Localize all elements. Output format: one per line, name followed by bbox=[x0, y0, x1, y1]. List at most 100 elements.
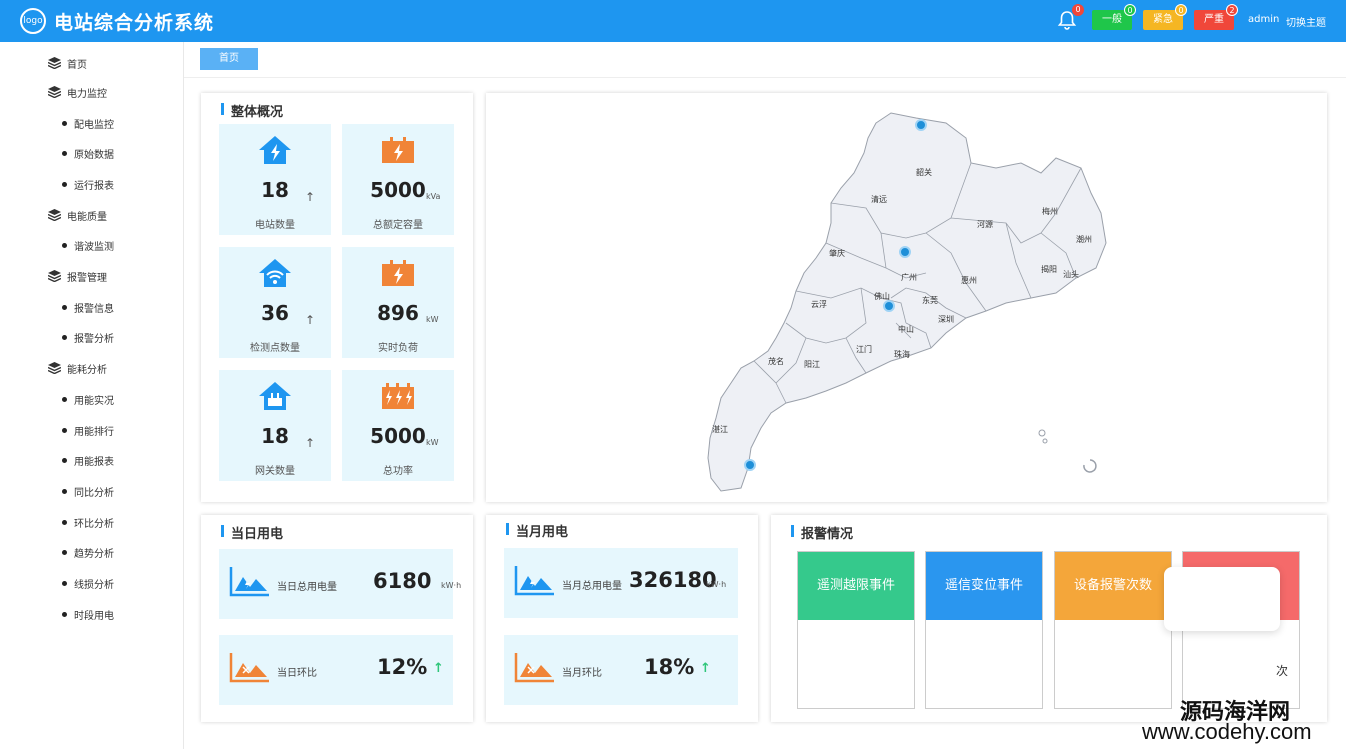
map-station-marker[interactable] bbox=[744, 459, 756, 471]
up-arrow-icon: ↑ bbox=[305, 190, 316, 204]
stat-unit: kW·h bbox=[706, 580, 727, 589]
monthly-title: 当月用电 bbox=[506, 521, 568, 540]
alarm-card-telesignal[interactable]: 遥信变位事件 bbox=[925, 551, 1043, 709]
overview-panel: 整体概况 18 ↑ 电站数量 5000 kVa 总额定容量 36 ↑ 检测点数量… bbox=[201, 93, 473, 502]
sidebar-item-usage-rank[interactable]: 用能排行 bbox=[62, 422, 114, 438]
tile-station-count: 18 ↑ 电站数量 bbox=[219, 124, 331, 235]
sidebar-item-label: 报警信息 bbox=[74, 303, 114, 315]
user-name[interactable]: admin bbox=[1248, 14, 1279, 25]
bullet-icon bbox=[62, 457, 67, 463]
alert-urgent-button[interactable]: 紧急 0 bbox=[1143, 4, 1187, 30]
bullet-icon bbox=[62, 580, 67, 586]
alert-urgent-label: 紧急 bbox=[1153, 14, 1173, 25]
map-city-label: 云浮 bbox=[811, 300, 827, 309]
sidebar-item-raw-data[interactable]: 原始数据 bbox=[62, 145, 114, 161]
sidebar-item-label: 电力监控 bbox=[67, 88, 107, 100]
sidebar-item-label: 报警分析 bbox=[74, 333, 114, 345]
tile-label: 总额定容量 bbox=[373, 220, 423, 231]
sidebar-item-alarm-mgmt[interactable]: 报警管理 bbox=[47, 268, 107, 284]
map-city-label: 中山 bbox=[898, 325, 914, 334]
tile-gateway-count: 18 ↑ 网关数量 bbox=[219, 370, 331, 481]
layers-icon bbox=[47, 57, 62, 70]
up-arrow-icon: ↑ bbox=[305, 436, 316, 450]
map-station-marker[interactable] bbox=[899, 246, 911, 258]
daily-ratio-card: 当日环比 12% ↑ bbox=[219, 635, 453, 705]
mountain-chart-icon bbox=[514, 653, 554, 683]
theme-switch-link[interactable]: 切换主题 bbox=[1286, 14, 1326, 29]
sidebar-item-label: 时段用电 bbox=[74, 610, 114, 622]
bullet-icon bbox=[62, 427, 67, 433]
alert-severe-button[interactable]: 严重 2 bbox=[1194, 4, 1238, 30]
sidebar-item-label: 用能排行 bbox=[74, 426, 114, 438]
sidebar-item-yoy[interactable]: 同比分析 bbox=[62, 483, 114, 499]
sidebar-item-label: 谐波监测 bbox=[74, 241, 114, 253]
tile-label: 总功率 bbox=[383, 466, 413, 477]
monthly-total-card: 当月总用电量 326180 kW·h bbox=[504, 548, 738, 618]
mountain-chart-icon bbox=[229, 567, 269, 597]
sidebar-item-usage-report[interactable]: 用能报表 bbox=[62, 452, 114, 468]
tab-home[interactable]: 首页 bbox=[200, 48, 258, 70]
map-city-label: 茂名 bbox=[768, 357, 784, 366]
bullet-icon bbox=[62, 120, 67, 126]
sidebar-item-harmonic[interactable]: 谐波监测 bbox=[62, 237, 114, 253]
bullet-icon bbox=[62, 150, 67, 156]
bell-icon[interactable]: 0 bbox=[1056, 4, 1084, 31]
sidebar-item-power-quality[interactable]: 电能质量 bbox=[47, 207, 107, 223]
sidebar-item-home[interactable]: 首页 bbox=[47, 55, 87, 71]
map-city-label: 河源 bbox=[977, 220, 993, 229]
sidebar-item-alarm-analysis[interactable]: 报警分析 bbox=[62, 329, 114, 345]
app-title: 电站综合分析系统 bbox=[54, 12, 215, 34]
stat-label: 当日环比 bbox=[277, 668, 317, 679]
alert-normal-label: 一般 bbox=[1102, 14, 1122, 25]
tile-total-power: 5000 kW 总功率 bbox=[342, 370, 454, 481]
sidebar-item-label: 能耗分析 bbox=[67, 364, 107, 376]
bullet-icon bbox=[62, 488, 67, 494]
map-city-label: 广州 bbox=[901, 273, 917, 282]
stat-value: 18% bbox=[644, 655, 695, 679]
stat-value: 6180 bbox=[373, 569, 432, 593]
sidebar-item-label: 同比分析 bbox=[74, 487, 114, 499]
bell-badge: 0 bbox=[1072, 4, 1084, 16]
bullet-icon bbox=[62, 304, 67, 310]
up-arrow-icon: ↑ bbox=[433, 661, 444, 676]
stat-label: 当日总用电量 bbox=[277, 582, 337, 593]
sidebar-item-trend[interactable]: 趋势分析 bbox=[62, 544, 114, 560]
guangdong-map[interactable] bbox=[486, 93, 1327, 502]
sidebar-item-mom[interactable]: 环比分析 bbox=[62, 514, 114, 530]
sidebar-item-label: 原始数据 bbox=[74, 149, 114, 161]
map-city-label: 珠海 bbox=[894, 350, 910, 359]
tile-label: 电站数量 bbox=[255, 220, 295, 231]
sidebar-item-label: 配电监控 bbox=[74, 119, 114, 131]
bullet-icon bbox=[62, 242, 67, 248]
sidebar-item-run-report[interactable]: 运行报表 bbox=[62, 176, 114, 192]
sidebar-item-power-monitor[interactable]: 电力监控 bbox=[47, 84, 107, 100]
sidebar-item-label: 环比分析 bbox=[74, 518, 114, 530]
alert-normal-badge: 0 bbox=[1124, 4, 1136, 16]
alert-normal-button[interactable]: 一般 0 bbox=[1092, 4, 1136, 30]
layers-icon bbox=[47, 270, 62, 283]
alarm-card-telemetry[interactable]: 遥测越限事件 bbox=[797, 551, 915, 709]
tile-unit: kW bbox=[426, 315, 439, 324]
alert-urgent-badge: 0 bbox=[1175, 4, 1187, 16]
tile-realtime-load: 896 kW 实时负荷 bbox=[342, 247, 454, 358]
sidebar-item-usage-live[interactable]: 用能实况 bbox=[62, 391, 114, 407]
sidebar-item-energy-analysis[interactable]: 能耗分析 bbox=[47, 360, 107, 376]
monthly-ratio-card: 当月环比 18% ↑ bbox=[504, 635, 738, 705]
bullet-icon bbox=[62, 334, 67, 340]
map-city-label: 江门 bbox=[856, 345, 872, 354]
sidebar: 首页 电力监控 配电监控 原始数据 运行报表 电能质量 谐波监测 报警管理 报警… bbox=[0, 42, 184, 749]
logo: logo bbox=[20, 8, 46, 34]
daily-title: 当日用电 bbox=[221, 523, 283, 542]
sidebar-item-distribution[interactable]: 配电监控 bbox=[62, 115, 114, 131]
map-station-marker[interactable] bbox=[915, 119, 927, 131]
sidebar-item-period-usage[interactable]: 时段用电 bbox=[62, 606, 114, 622]
up-arrow-icon: ↑ bbox=[700, 661, 711, 676]
alarm-card-label: 遥测越限事件 bbox=[798, 552, 914, 620]
sidebar-item-label: 首页 bbox=[67, 59, 87, 71]
stat-value: 326180 bbox=[629, 568, 717, 592]
sidebar-item-line-loss[interactable]: 线损分析 bbox=[62, 575, 114, 591]
monthly-panel: 当月用电 当月总用电量 326180 kW·h 当月环比 18% ↑ bbox=[486, 515, 758, 722]
sidebar-item-alarm-info[interactable]: 报警信息 bbox=[62, 299, 114, 315]
alarm-card-device[interactable]: 设备报警次数 bbox=[1054, 551, 1172, 709]
sidebar-item-label: 线损分析 bbox=[74, 579, 114, 591]
